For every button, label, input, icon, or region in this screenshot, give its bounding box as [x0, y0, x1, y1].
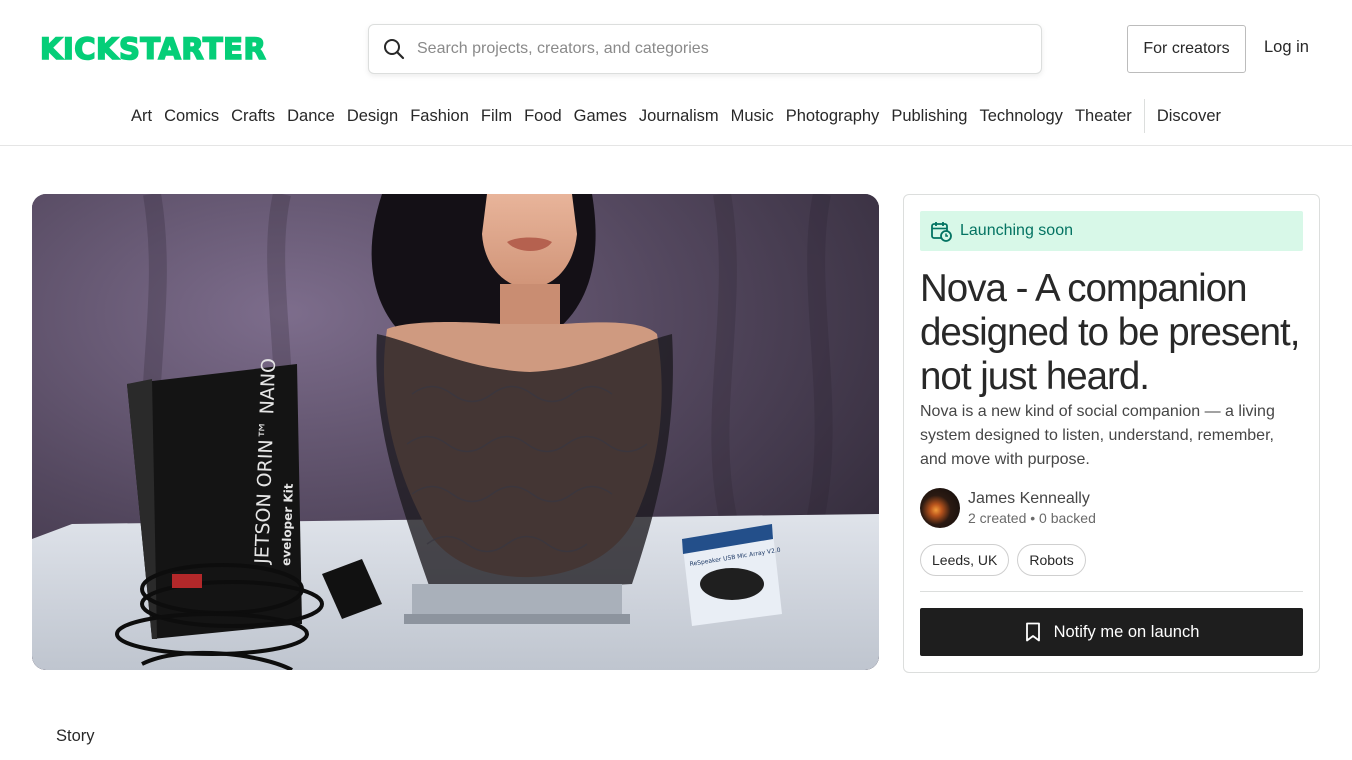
- category-photography[interactable]: Photography: [780, 107, 886, 126]
- category-comics[interactable]: Comics: [158, 107, 225, 126]
- category-crafts[interactable]: Crafts: [225, 107, 281, 126]
- category-games[interactable]: Games: [568, 107, 633, 126]
- creator-stats: 2 created • 0 backed: [968, 510, 1096, 526]
- creator-info[interactable]: James Kenneally 2 created • 0 backed: [920, 487, 1096, 529]
- tag-location[interactable]: Leeds, UK: [920, 544, 1010, 576]
- category-music[interactable]: Music: [725, 107, 780, 126]
- search-icon: [383, 38, 405, 60]
- category-fashion[interactable]: Fashion: [404, 107, 475, 126]
- category-design[interactable]: Design: [341, 107, 404, 126]
- search-input[interactable]: [417, 40, 1041, 58]
- category-publishing[interactable]: Publishing: [885, 107, 973, 126]
- tab-story[interactable]: Story: [56, 727, 95, 746]
- notify-label: Notify me on launch: [1053, 622, 1200, 641]
- box-sublabel: eveloper Kit: [279, 483, 296, 566]
- category-theater[interactable]: Theater: [1069, 107, 1138, 126]
- discover-link[interactable]: Discover: [1151, 107, 1227, 126]
- search-bar[interactable]: [368, 24, 1042, 74]
- project-title: Nova - A companion designed to be presen…: [920, 267, 1300, 398]
- card-divider: [920, 591, 1303, 592]
- kickstarter-logo[interactable]: KICKSTARTER: [39, 32, 284, 66]
- notify-me-button[interactable]: Notify me on launch: [920, 608, 1303, 656]
- creator-name[interactable]: James Kenneally: [968, 489, 1096, 509]
- category-film[interactable]: Film: [475, 107, 518, 126]
- logo-text: KICKSTARTER: [39, 32, 267, 66]
- hero-photo: JETSON ORIN™ NANO eveloper Kit ReSpeaker…: [32, 194, 879, 670]
- project-info-card: Launching soon Nova - A companion design…: [903, 194, 1320, 673]
- header-divider: [0, 145, 1352, 146]
- project-hero-image[interactable]: JETSON ORIN™ NANO eveloper Kit ReSpeaker…: [32, 194, 879, 670]
- category-technology[interactable]: Technology: [973, 107, 1068, 126]
- for-creators-button[interactable]: For creators: [1127, 25, 1246, 73]
- project-blurb: Nova is a new kind of social companion —…: [920, 403, 1275, 468]
- category-nav: Art Comics Crafts Dance Design Fashion F…: [0, 99, 1352, 133]
- tag-category[interactable]: Robots: [1017, 544, 1086, 576]
- category-art[interactable]: Art: [125, 107, 158, 126]
- category-dance[interactable]: Dance: [281, 107, 341, 126]
- calendar-clock-icon: [930, 220, 952, 242]
- project-tags: Leeds, UK Robots: [920, 544, 1086, 576]
- bookmark-icon: [1024, 622, 1042, 642]
- creator-avatar[interactable]: [920, 488, 960, 528]
- category-divider: [1143, 99, 1145, 133]
- category-food[interactable]: Food: [518, 107, 568, 126]
- login-link[interactable]: Log in: [1264, 38, 1309, 57]
- category-journalism[interactable]: Journalism: [633, 107, 725, 126]
- launching-soon-badge: Launching soon: [920, 211, 1303, 251]
- status-text: Launching soon: [960, 222, 1073, 239]
